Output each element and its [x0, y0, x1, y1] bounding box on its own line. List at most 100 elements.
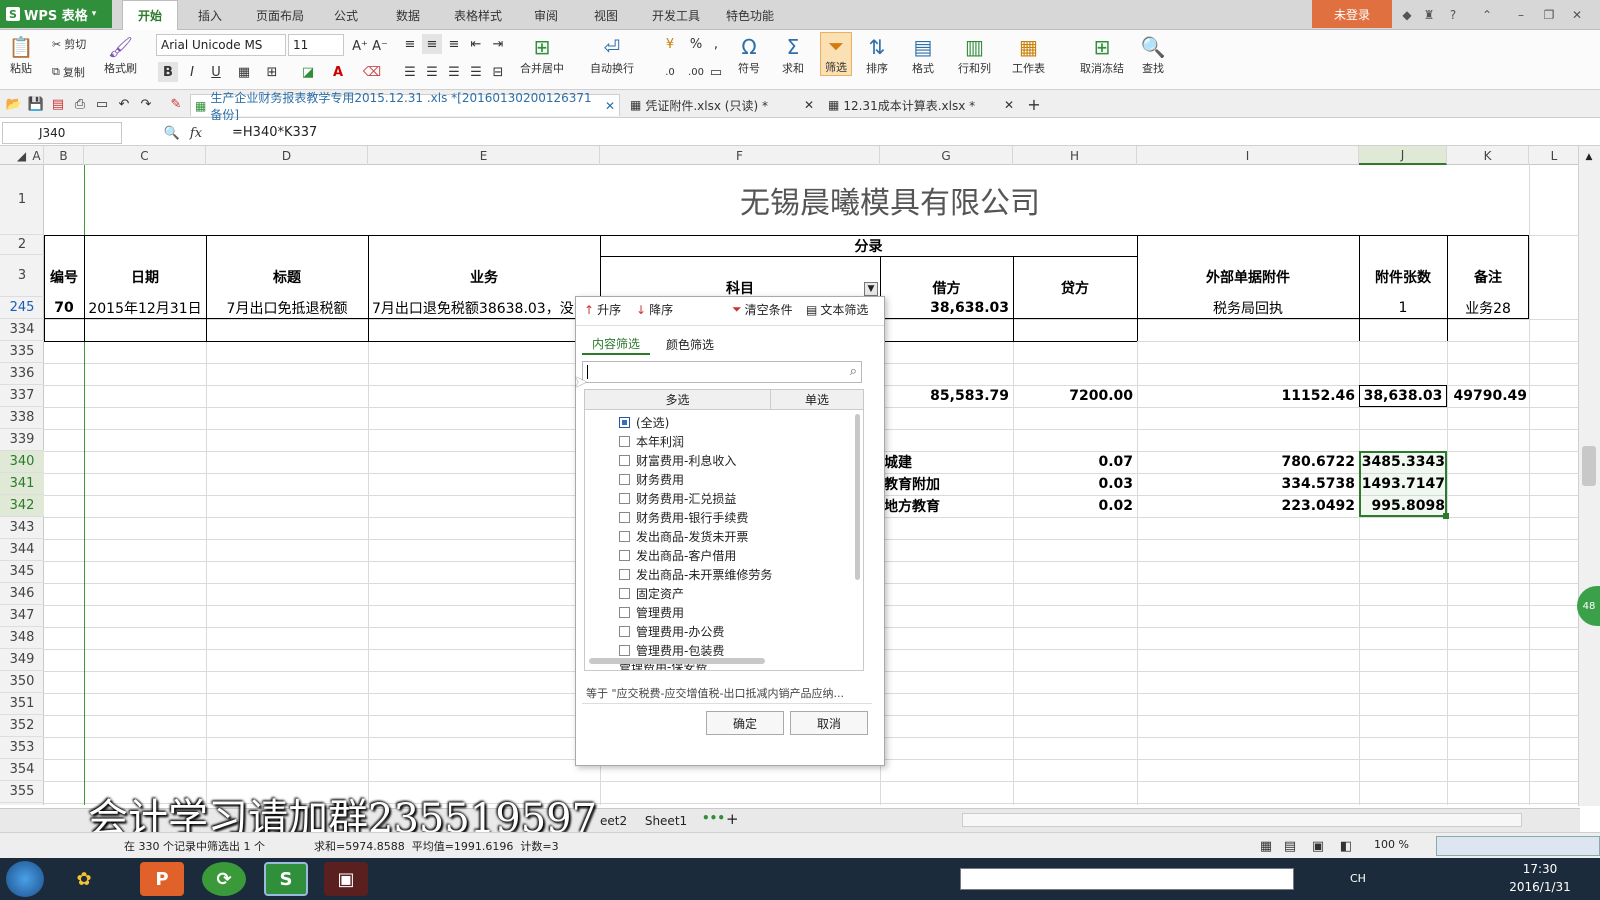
filter-button[interactable]: ⏷ 筛选: [820, 32, 852, 76]
shrink-font-icon[interactable]: A⁻: [370, 36, 390, 56]
cell-j342[interactable]: 995.8098: [1359, 495, 1445, 517]
tab-data[interactable]: 数据: [388, 0, 428, 30]
format-painter-button[interactable]: 🖌 格式刷: [104, 34, 137, 76]
single-select-column[interactable]: 单选: [771, 390, 863, 410]
row-header[interactable]: 339: [0, 429, 44, 451]
decrease-decimal-icon[interactable]: .00: [686, 62, 706, 82]
format-button[interactable]: ▤ 格式: [910, 34, 936, 76]
checkbox-icon[interactable]: [619, 436, 630, 447]
horizontal-sheet-scrollbar[interactable]: [962, 813, 1522, 827]
horizontal-scrollbar[interactable]: [589, 658, 765, 664]
merge-center-button[interactable]: ⊞ 合并居中: [520, 34, 564, 76]
page-break-view-icon[interactable]: ▤: [1280, 836, 1300, 856]
tab-view[interactable]: 视图: [586, 0, 626, 30]
cut-button[interactable]: ✂ 剪切: [52, 36, 86, 52]
wps-spreadsheet-icon[interactable]: S: [264, 862, 308, 896]
tab-features[interactable]: 特色功能: [718, 0, 782, 30]
zoom-out-icon[interactable]: ◧: [1336, 836, 1356, 856]
column-header[interactable]: L: [1529, 146, 1580, 165]
tab-page-layout[interactable]: 页面布局: [248, 0, 312, 30]
scroll-up-icon[interactable]: ▲: [1582, 150, 1596, 164]
align-center-icon[interactable]: ☰: [422, 62, 442, 82]
cell-j341[interactable]: 1493.7147: [1359, 473, 1445, 495]
column-header[interactable]: F: [600, 146, 880, 165]
normal-view-icon[interactable]: ▦: [1256, 836, 1276, 856]
redo-icon[interactable]: ↷: [136, 94, 156, 114]
tab-formula[interactable]: 公式: [326, 0, 366, 30]
column-header[interactable]: C: [84, 146, 206, 165]
app-icon-1[interactable]: ✿: [62, 862, 106, 896]
cell-attachment-count[interactable]: 1: [1359, 297, 1447, 319]
grow-font-icon[interactable]: A⁺: [350, 36, 370, 56]
row-header[interactable]: 1: [0, 165, 44, 235]
checkbox-icon[interactable]: [619, 531, 630, 542]
save-icon[interactable]: 💾: [26, 94, 46, 114]
fill-handle[interactable]: [1443, 513, 1449, 519]
filter-item-select-all[interactable]: (全选): [619, 414, 669, 431]
sort-button[interactable]: ⇅ 排序: [864, 34, 890, 76]
shirt-icon[interactable]: ♜: [1418, 4, 1440, 26]
cell-i337[interactable]: 11152.46: [1137, 385, 1355, 407]
more-sheets-icon[interactable]: •••: [702, 811, 725, 825]
tab-insert[interactable]: 插入: [190, 0, 230, 30]
column-header[interactable]: K: [1447, 146, 1529, 165]
cell-g342[interactable]: 地方教育: [884, 495, 1009, 517]
clear-format-icon[interactable]: ⌫: [362, 62, 382, 82]
cell-h337[interactable]: 7200.00: [1013, 385, 1133, 407]
sort-descending-button[interactable]: ↓ 降序: [636, 301, 673, 318]
row-header[interactable]: 343: [0, 517, 44, 539]
help-icon[interactable]: ?: [1442, 4, 1464, 26]
cell-business[interactable]: 7月出口退免税额38638.03，没: [372, 297, 598, 319]
filter-item[interactable]: 财富费用-利息收入: [619, 452, 736, 469]
search-icon[interactable]: ⌕: [850, 364, 857, 379]
row-header[interactable]: 340: [0, 451, 44, 473]
tab-color-filter[interactable]: 颜色筛选: [656, 333, 724, 355]
undo-icon[interactable]: ↶: [114, 94, 134, 114]
doc-tab-3[interactable]: ▦ 12.31成本计算表.xlsx * ✕: [824, 94, 1018, 116]
ime-toolbar[interactable]: [1436, 836, 1600, 856]
filter-item[interactable]: 财务费用: [619, 471, 684, 488]
unfreeze-button[interactable]: ⊞ 取消冻结: [1080, 34, 1124, 76]
scroll-thumb[interactable]: [1582, 446, 1596, 486]
ok-button[interactable]: 确定: [706, 711, 784, 735]
filter-item[interactable]: 本年利润: [619, 433, 684, 450]
currency-icon[interactable]: ¥: [660, 34, 680, 54]
bold-button[interactable]: B: [158, 62, 178, 82]
checkbox-icon[interactable]: [619, 645, 630, 656]
row-header[interactable]: 355: [0, 781, 44, 803]
checkbox-icon[interactable]: [619, 626, 630, 637]
column-header[interactable]: A: [30, 146, 44, 165]
increase-decimal-icon[interactable]: .0: [660, 62, 680, 82]
align-right-icon[interactable]: ☰: [444, 62, 464, 82]
wrap-text-button[interactable]: ⏎ 自动换行: [590, 34, 634, 76]
cell-i342[interactable]: 223.0492: [1137, 495, 1355, 517]
restore-icon[interactable]: ❐: [1538, 4, 1560, 26]
indent-decrease-icon[interactable]: ⇤: [466, 34, 486, 54]
close-tab-icon[interactable]: ✕: [1004, 98, 1018, 112]
column-header[interactable]: B: [44, 146, 84, 165]
doc-tab-1[interactable]: ▦ 生产企业财务报表教学专用2015.12.31 .xls *[20160130…: [190, 91, 620, 122]
checkbox-icon[interactable]: [619, 455, 630, 466]
row-header[interactable]: 352: [0, 715, 44, 737]
filter-item[interactable]: 财务费用-银行手续费: [619, 509, 748, 526]
login-button[interactable]: 未登录: [1312, 0, 1392, 28]
close-tab-icon[interactable]: ✕: [605, 99, 619, 113]
row-header[interactable]: 346: [0, 583, 44, 605]
zoom-level[interactable]: 100 %: [1374, 838, 1409, 851]
justify-icon[interactable]: ☰: [466, 62, 486, 82]
page-layout-icon[interactable]: ▣: [1308, 836, 1328, 856]
underline-button[interactable]: U: [206, 62, 226, 82]
close-tab-icon[interactable]: ✕: [804, 98, 818, 112]
name-box[interactable]: J340: [2, 122, 122, 144]
filter-search-input[interactable]: ⌕: [582, 361, 862, 383]
open-icon[interactable]: 📂: [4, 94, 24, 114]
recorder-icon[interactable]: ▣: [324, 862, 368, 896]
row-header[interactable]: 338: [0, 407, 44, 429]
pdf-icon[interactable]: ▤: [48, 94, 68, 114]
vertical-scrollbar[interactable]: [855, 414, 860, 580]
filter-item[interactable]: 固定资产: [619, 585, 684, 602]
checkbox-icon[interactable]: [619, 607, 630, 618]
cancel-button[interactable]: 取消: [790, 711, 868, 735]
pin-icon[interactable]: ✎: [166, 94, 186, 114]
number-format-icon[interactable]: ▭: [706, 62, 726, 82]
